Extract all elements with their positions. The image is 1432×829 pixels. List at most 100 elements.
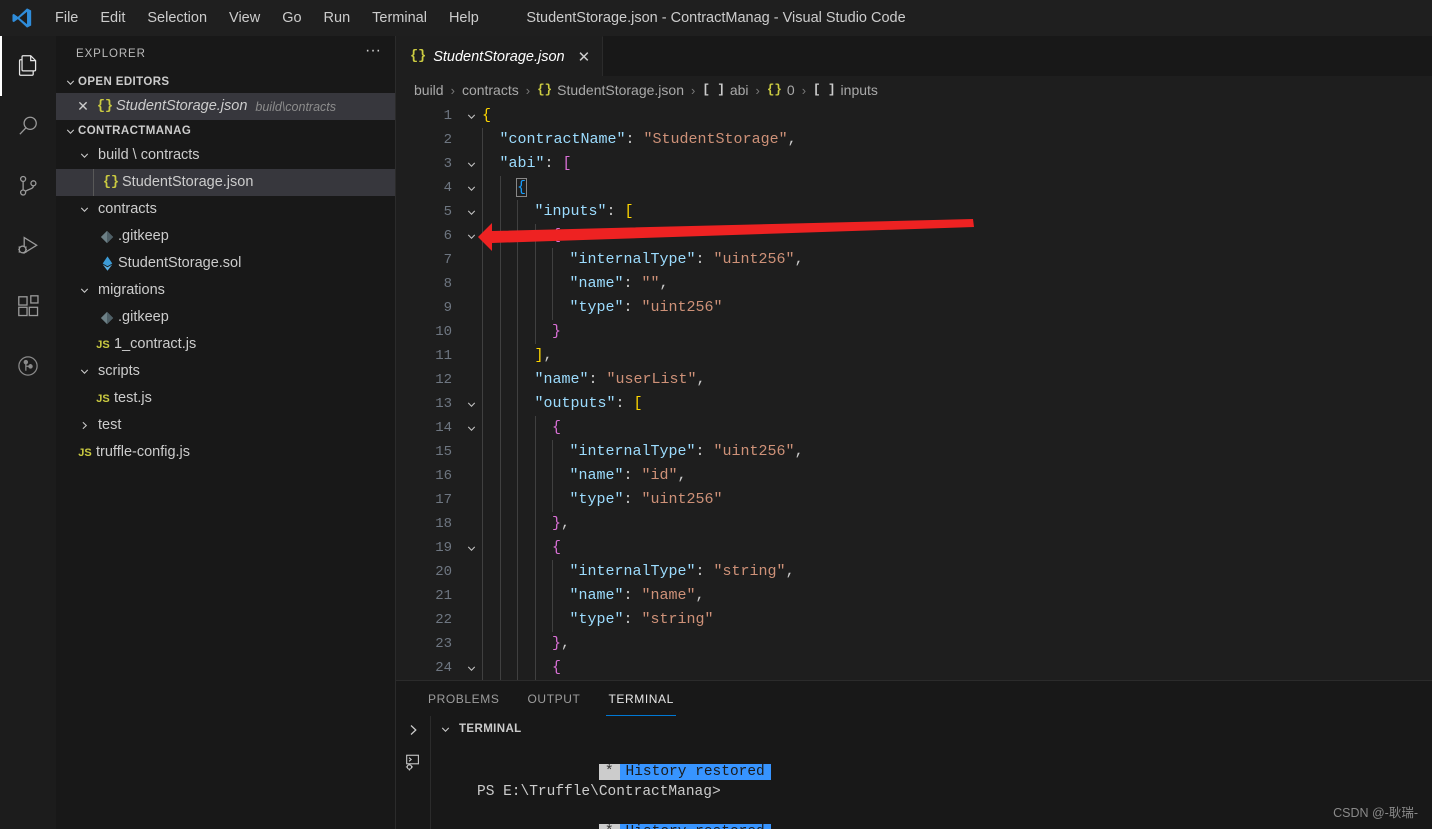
code-line[interactable]: 18},	[396, 512, 1432, 536]
close-icon[interactable]: ✕	[72, 98, 94, 115]
fold-chevron-down-icon[interactable]	[460, 110, 482, 123]
activity-search-icon[interactable]	[0, 96, 56, 156]
chevron-down-icon	[76, 283, 92, 299]
code-lines[interactable]: 1{ 2 "contractName": "StudentStorage", 3 "ab…	[396, 104, 1432, 680]
terminal-split-icon[interactable]	[404, 753, 422, 776]
breadcrumb-build[interactable]: build	[414, 82, 444, 98]
menu-edit[interactable]: Edit	[90, 6, 135, 30]
code-token: ,	[785, 563, 795, 580]
menu-run[interactable]: Run	[314, 6, 361, 30]
code-editor[interactable]: 1{ 2 "contractName": "StudentStorage", 3 "ab…	[396, 104, 1432, 680]
javascript-file-icon: JS	[96, 392, 110, 405]
indent-guide	[552, 296, 553, 320]
tree-file-1-contract-js[interactable]: JS 1_contract.js	[56, 331, 395, 358]
tab-studentstorage-json[interactable]: {} StudentStorage.json ✕	[396, 36, 604, 76]
activity-explorer-icon[interactable]	[0, 36, 56, 96]
code-line[interactable]: 20 "internalType": "string",	[396, 560, 1432, 584]
tab-output[interactable]: OUTPUT	[514, 681, 595, 716]
menu-go[interactable]: Go	[272, 6, 311, 30]
code-line[interactable]: 10}	[396, 320, 1432, 344]
tree-folder-build-contracts[interactable]: build \ contracts	[56, 142, 395, 169]
code-text: "internalType": "uint256",	[482, 248, 804, 272]
breadcrumb-inputs[interactable]: [ ] inputs	[813, 82, 878, 98]
code-line[interactable]: 16 "name": "id",	[396, 464, 1432, 488]
section-open-editors[interactable]: OPEN EDITORS	[56, 71, 395, 93]
menu-file[interactable]: File	[45, 6, 88, 30]
tab-problems[interactable]: PROBLEMS	[414, 681, 514, 716]
tree-folder-contracts[interactable]: contracts	[56, 196, 395, 223]
tab-close-icon[interactable]: ✕	[578, 48, 591, 66]
terminal-body: TERMINAL * History restored PS E:\Truffle…	[396, 716, 1432, 829]
breadcrumb-contracts[interactable]: contracts	[462, 82, 519, 98]
code-line[interactable]: 3 "abi": [	[396, 152, 1432, 176]
section-project-root[interactable]: CONTRACTMANAG	[56, 120, 395, 142]
fold-chevron-down-icon[interactable]	[460, 158, 482, 171]
code-line[interactable]: 21 "name": "name",	[396, 584, 1432, 608]
menu-view[interactable]: View	[219, 6, 270, 30]
breadcrumb-separator-icon: ›	[690, 82, 696, 98]
tree-folder-migrations[interactable]: migrations	[56, 277, 395, 304]
chevron-right-icon[interactable]	[405, 722, 421, 743]
tree-file-studentstorage-json[interactable]: {} StudentStorage.json	[56, 169, 395, 196]
code-line[interactable]: 12 "name": "userList",	[396, 368, 1432, 392]
code-token: :	[623, 299, 642, 316]
breadcrumb-abi[interactable]: [ ] abi	[702, 82, 748, 98]
code-token: ]	[534, 347, 544, 364]
line-number: 2	[443, 132, 452, 148]
open-editor-item[interactable]: ✕ {} StudentStorage.json build\contracts	[56, 93, 395, 120]
line-number: 16	[435, 468, 452, 484]
tree-file-gitkeep-contracts[interactable]: .gitkeep	[56, 223, 395, 250]
code-line[interactable]: 22 "type": "string"	[396, 608, 1432, 632]
breadcrumb-index-0[interactable]: {} 0	[767, 82, 795, 98]
title-bar: File Edit Selection View Go Run Terminal…	[0, 0, 1432, 36]
code-line[interactable]: 7 "internalType": "uint256",	[396, 248, 1432, 272]
code-line[interactable]: 2 "contractName": "StudentStorage",	[396, 128, 1432, 152]
fold-chevron-down-icon[interactable]	[460, 662, 482, 675]
tree-folder-test[interactable]: test	[56, 412, 395, 439]
sidebar-more-actions-icon[interactable]: ···	[359, 42, 387, 62]
terminal-main[interactable]: TERMINAL * History restored PS E:\Truffle…	[430, 716, 1432, 829]
line-number: 19	[435, 540, 452, 556]
activity-run-debug-icon[interactable]	[0, 216, 56, 276]
breadcrumb-studentstorage-json[interactable]: {} StudentStorage.json	[537, 82, 684, 98]
code-line[interactable]: 15 "internalType": "uint256",	[396, 440, 1432, 464]
code-line[interactable]: 9 "type": "uint256"	[396, 296, 1432, 320]
code-line[interactable]: 23},	[396, 632, 1432, 656]
fold-chevron-down-icon[interactable]	[460, 422, 482, 435]
fold-chevron-down-icon[interactable]	[460, 398, 482, 411]
code-line[interactable]: 5 "inputs": [	[396, 200, 1432, 224]
terminal-section-header[interactable]: TERMINAL	[431, 716, 1432, 742]
fold-chevron-down-icon[interactable]	[460, 542, 482, 555]
code-line[interactable]: 17 "type": "uint256"	[396, 488, 1432, 512]
tree-folder-scripts[interactable]: scripts	[56, 358, 395, 385]
activity-source-control-icon[interactable]	[0, 156, 56, 216]
code-line[interactable]: 13 "outputs": [	[396, 392, 1432, 416]
fold-chevron-down-icon[interactable]	[460, 230, 482, 243]
indent-guide	[482, 344, 483, 368]
tree-file-gitkeep-migrations[interactable]: .gitkeep	[56, 304, 395, 331]
activity-testing-circle-icon[interactable]	[0, 336, 56, 396]
terminal-output[interactable]: * History restored PS E:\Truffle\Contract…	[431, 742, 1432, 829]
code-line[interactable]: 8 "name": "",	[396, 272, 1432, 296]
menu-bar[interactable]: File Edit Selection View Go Run Terminal…	[44, 0, 490, 36]
code-line[interactable]: 4{	[396, 176, 1432, 200]
tree-file-test-js[interactable]: JS test.js	[56, 385, 395, 412]
menu-help[interactable]: Help	[439, 6, 489, 30]
tab-terminal[interactable]: TERMINAL	[594, 681, 687, 716]
tree-file-truffle-config-js[interactable]: JS truffle-config.js	[56, 439, 395, 466]
code-line[interactable]: 1{	[396, 104, 1432, 128]
activity-bar	[0, 36, 56, 829]
fold-chevron-down-icon[interactable]	[460, 182, 482, 195]
menu-selection[interactable]: Selection	[137, 6, 217, 30]
code-line[interactable]: 6{	[396, 224, 1432, 248]
code-line[interactable]: 14 {	[396, 416, 1432, 440]
fold-chevron-down-icon[interactable]	[460, 206, 482, 219]
menu-terminal[interactable]: Terminal	[362, 6, 437, 30]
code-token: "string"	[641, 611, 714, 628]
tree-file-studentstorage-sol[interactable]: StudentStorage.sol	[56, 250, 395, 277]
code-line[interactable]: 11],	[396, 344, 1432, 368]
code-text: "contractName": "StudentStorage",	[482, 128, 797, 152]
activity-extensions-icon[interactable]	[0, 276, 56, 336]
code-line[interactable]: 24 {	[396, 656, 1432, 680]
code-line[interactable]: 19 {	[396, 536, 1432, 560]
